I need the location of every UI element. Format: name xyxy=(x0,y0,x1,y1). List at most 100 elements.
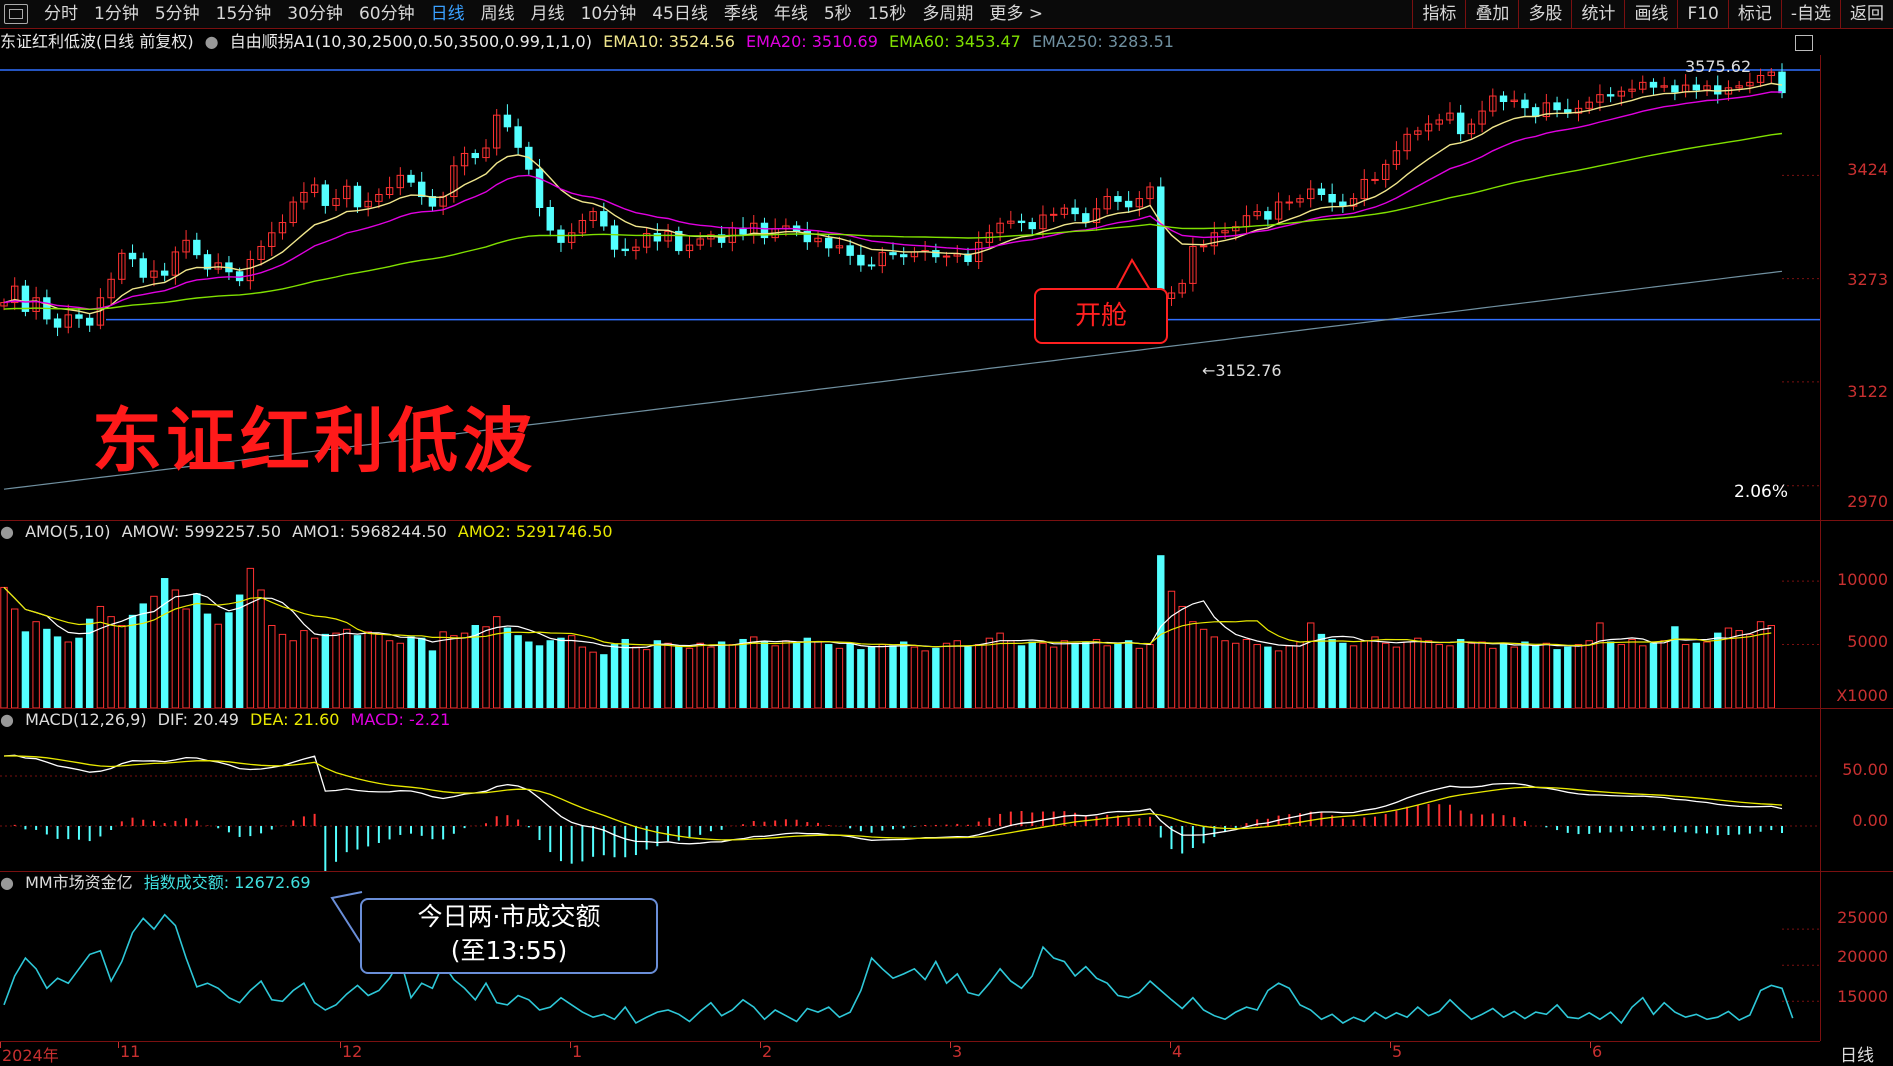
turnover-callout-line1: 今日两·市成交额 xyxy=(417,902,601,931)
amo-axis: 10000 5000 X1000 xyxy=(1820,520,1893,708)
candle-body xyxy=(1649,81,1658,88)
macd-toggle-icon[interactable]: ● xyxy=(0,710,14,729)
tool-button[interactable]: -自选 xyxy=(1780,0,1840,28)
volume-bar xyxy=(139,603,147,708)
volume-bar xyxy=(118,625,126,708)
candle-body xyxy=(610,225,619,250)
mm-tick: 15000 xyxy=(1837,987,1888,1006)
volume-bar xyxy=(203,613,212,708)
candle-body xyxy=(1157,186,1165,299)
volume-bar xyxy=(889,645,897,708)
turnover-chart[interactable] xyxy=(0,893,1820,1041)
volume-bar xyxy=(128,614,137,708)
period-tab[interactable]: 月线 xyxy=(523,0,573,28)
period-tab[interactable]: 周线 xyxy=(473,0,523,28)
period-toolbar: 分时 1分钟 5分钟 15分钟 30分钟 60分钟 日线 周线 月线 10分钟 45日线 季线 年线 5秒… xyxy=(0,0,1893,29)
volume-bar xyxy=(1199,628,1208,708)
date-tick: 6 xyxy=(1592,1042,1603,1061)
candle-body xyxy=(193,239,201,256)
volume-bar xyxy=(535,645,544,708)
volume-bar xyxy=(257,589,265,708)
candle-body xyxy=(1499,95,1508,102)
volume-bar xyxy=(1146,644,1154,708)
volume-bar xyxy=(385,640,394,708)
panel-toggle-icon[interactable] xyxy=(1795,35,1813,51)
volume-bar xyxy=(1049,646,1058,708)
date-tick: 4 xyxy=(1172,1042,1183,1061)
volume-bar xyxy=(1253,644,1261,708)
indicator-dropdown-icon[interactable]: ● xyxy=(205,32,219,51)
volume-bar xyxy=(460,632,469,708)
period-switch-button[interactable]: 日线 xyxy=(1840,1041,1874,1066)
candle-body xyxy=(353,185,362,208)
mm-axis: 25000 20000 15000 xyxy=(1820,871,1893,1041)
dea-value: DEA: 21.60 xyxy=(250,710,340,729)
window-icon[interactable] xyxy=(4,4,28,24)
volume-bar xyxy=(1542,642,1551,708)
tool-button[interactable]: 画线 xyxy=(1624,0,1677,28)
period-tabs: 分时 1分钟 5分钟 15分钟 30分钟 60分钟 日线 周线 月线 10分钟 45日线 季线 年线 5秒… xyxy=(36,0,1051,28)
period-tab[interactable]: 5分钟 xyxy=(147,0,208,28)
tool-button[interactable]: 多股 xyxy=(1518,0,1571,28)
volume-bar xyxy=(1649,642,1658,708)
volume-bar xyxy=(771,645,779,708)
tool-button[interactable]: 统计 xyxy=(1571,0,1624,28)
period-tab[interactable]: 30分钟 xyxy=(279,0,351,28)
amo-chart[interactable] xyxy=(0,543,1820,708)
candle-body xyxy=(867,264,876,267)
volume-bar xyxy=(1596,622,1604,708)
tool-button[interactable]: 标记 xyxy=(1727,0,1781,28)
amo-toggle-icon[interactable]: ● xyxy=(0,522,14,541)
volume-bar xyxy=(878,644,887,708)
high-price-label: 3575.62 xyxy=(1685,57,1752,76)
volume-bar xyxy=(1103,645,1111,708)
period-tab[interactable]: 15秒 xyxy=(860,0,915,28)
candle-body xyxy=(503,114,512,128)
volume-bar xyxy=(1167,590,1176,708)
volume-bar xyxy=(503,627,512,708)
indicator-params[interactable]: 自由顺拐A1(10,30,2500,0.50,3500,0.99,1,1,0) xyxy=(230,32,592,51)
turnover-callout-line2: (至13:55) xyxy=(450,936,568,965)
date-tick-mark xyxy=(760,1042,761,1048)
period-tab[interactable]: 季线 xyxy=(716,0,766,28)
volume-bar xyxy=(1189,621,1197,708)
period-tab[interactable]: 60分钟 xyxy=(351,0,423,28)
date-tick-mark xyxy=(1590,1042,1591,1048)
volume-bar xyxy=(1124,640,1133,708)
volume-bar xyxy=(182,608,190,708)
period-tab[interactable]: 1分钟 xyxy=(86,0,147,28)
candle-body xyxy=(899,254,908,258)
period-tab[interactable]: 日线 xyxy=(423,0,473,28)
period-tab[interactable]: 更多 > xyxy=(981,0,1051,28)
volume-bar xyxy=(1071,644,1079,708)
date-tick: 1 xyxy=(572,1042,583,1061)
period-tab[interactable]: 多周期 xyxy=(914,0,981,28)
period-tab[interactable]: 分时 xyxy=(36,0,86,28)
period-tab[interactable]: 10分钟 xyxy=(573,0,645,28)
volume-bar xyxy=(1606,641,1615,708)
period-tab[interactable]: 年线 xyxy=(766,0,816,28)
mm-toggle-icon[interactable]: ● xyxy=(0,873,14,892)
tool-button[interactable]: 叠加 xyxy=(1465,0,1518,28)
period-tab[interactable]: 15分钟 xyxy=(208,0,280,28)
period-tab[interactable]: 45日线 xyxy=(644,0,716,28)
candle-body xyxy=(1071,207,1079,215)
period-tab[interactable]: 5秒 xyxy=(816,0,860,28)
volume-bar xyxy=(418,637,426,708)
amow-value: AMOW: 5992257.50 xyxy=(121,522,282,541)
volume-bar xyxy=(21,631,30,708)
tool-button[interactable]: 返回 xyxy=(1840,0,1893,28)
volume-bar xyxy=(1456,638,1465,708)
volume-bar xyxy=(964,646,972,708)
macd-chart[interactable] xyxy=(0,731,1820,871)
tool-button[interactable]: 指标 xyxy=(1412,0,1465,28)
volume-bar xyxy=(525,641,533,708)
candle-body xyxy=(1778,71,1786,94)
amo-unit: X1000 xyxy=(1836,686,1888,705)
candle-body xyxy=(1049,213,1058,216)
tool-button[interactable]: F10 xyxy=(1677,0,1727,28)
volume-bar xyxy=(310,637,319,708)
volume-bar xyxy=(1296,641,1304,708)
volume-bar xyxy=(1531,645,1540,708)
candle-body xyxy=(418,181,426,198)
